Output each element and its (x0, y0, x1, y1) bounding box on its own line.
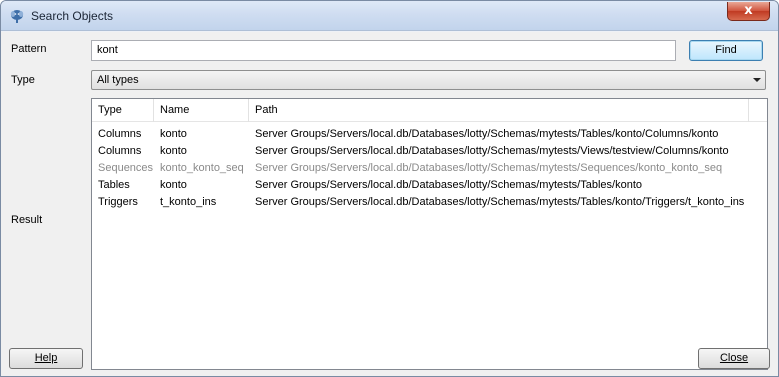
cell-name: konto (160, 145, 187, 157)
cell-path: Server Groups/Servers/local.db/Databases… (255, 162, 723, 174)
close-icon: x (744, 3, 753, 18)
cell-path: Server Groups/Servers/local.db/Databases… (255, 196, 745, 208)
cell-name: t_konto_ins (160, 196, 217, 208)
close-button-label: Close (719, 352, 749, 364)
type-label: Type (11, 74, 35, 86)
cell-type: Sequences (98, 162, 154, 174)
result-header: Type Name Path (92, 99, 767, 122)
cell-name: konto (160, 128, 187, 140)
cell-name: konto_konto_seq (160, 162, 244, 174)
dialog-body: Pattern kont Find Type All types Result … (1, 32, 778, 376)
table-row[interactable]: Tables konto Server Groups/Servers/local.d… (92, 177, 767, 194)
cell-path: Server Groups/Servers/local.db/Databases… (255, 128, 719, 140)
column-header-path[interactable]: Path (249, 99, 749, 122)
title-bar[interactable]: Search Objects x (1, 1, 778, 31)
column-header-type[interactable]: Type (92, 99, 154, 122)
table-row[interactable]: Sequences konto_konto_seq Server Groups/Se… (92, 160, 767, 177)
table-row[interactable]: Columns konto Server Groups/Servers/local.… (92, 143, 767, 160)
search-objects-dialog: Search Objects x Pattern kont Find Type … (0, 0, 779, 377)
close-button[interactable]: Close (698, 348, 770, 369)
find-button-label: Find (715, 44, 737, 56)
find-button[interactable]: Find (689, 40, 763, 61)
cell-path: Server Groups/Servers/local.db/Databases… (255, 179, 643, 191)
cell-type: Triggers (98, 196, 138, 208)
pattern-input-value: kont (97, 44, 118, 56)
table-row[interactable]: Columns konto Server Groups/Servers/local.… (92, 126, 767, 143)
pattern-input[interactable]: kont (91, 40, 676, 61)
chevron-down-icon (753, 78, 761, 82)
table-row[interactable]: Triggers t_konto_ins Server Groups/Servers… (92, 194, 767, 211)
cell-name: konto (160, 179, 187, 191)
result-list[interactable]: Type Name Path Columns konto Server Groups… (91, 98, 768, 370)
type-select[interactable]: All types (91, 70, 766, 90)
help-button-label: Help (34, 352, 58, 364)
column-header-name[interactable]: Name (154, 99, 249, 122)
window-close-button[interactable]: x (727, 2, 770, 21)
cell-type: Tables (98, 179, 130, 191)
cell-type: Columns (98, 128, 142, 140)
help-button[interactable]: Help (9, 348, 83, 369)
cell-path: Server Groups/Servers/local.db/Databases… (255, 145, 729, 157)
dialog-title: Search Objects (31, 9, 114, 23)
elephant-icon (10, 10, 24, 23)
pattern-label: Pattern (11, 43, 47, 55)
result-label: Result (11, 214, 43, 226)
cell-type: Columns (98, 145, 142, 157)
type-select-value: All types (97, 74, 139, 86)
